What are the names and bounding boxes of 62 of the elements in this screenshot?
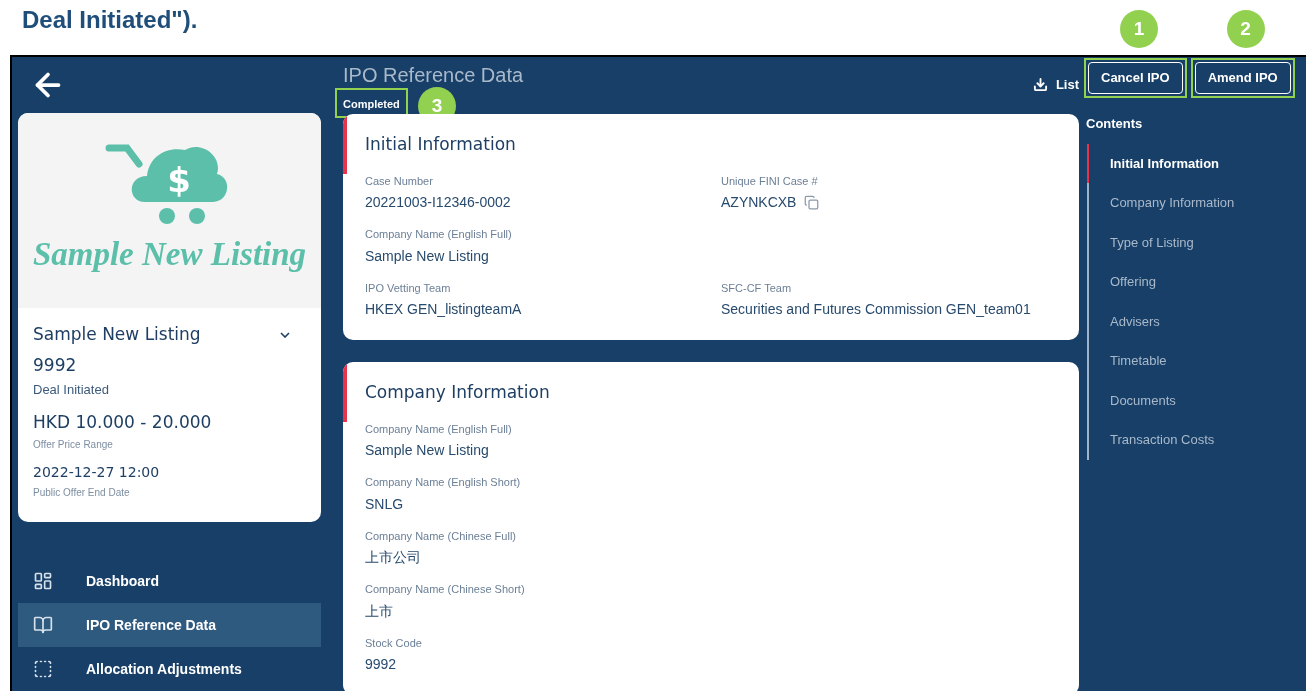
download-icon	[1032, 77, 1048, 93]
contents-item[interactable]: Type of Listing	[1087, 222, 1306, 262]
accent-bar	[343, 114, 347, 174]
price-range-label: Offer Price Range	[33, 438, 114, 452]
contents-item[interactable]: Initial Information	[1087, 143, 1306, 183]
page-title: IPO Reference Data	[343, 63, 524, 88]
contents-item[interactable]: Company Information	[1087, 183, 1306, 223]
status-text: Completed	[343, 98, 400, 110]
chevron-down-icon[interactable]	[280, 331, 290, 338]
field-label: Case Number	[365, 173, 434, 189]
field-value: Sample New Listing	[365, 441, 489, 460]
field-label: Stock Code	[365, 635, 423, 651]
deal-status: Deal Initiated	[33, 381, 110, 399]
callout-number: 2	[1226, 10, 1265, 48]
field-label: Company Name (Chinese Short)	[365, 582, 526, 597]
field-label: Company Name (English Short)	[365, 475, 522, 490]
nav-item[interactable]: Allocation Adjustments	[18, 647, 321, 691]
accent-bar	[343, 362, 347, 422]
price-range: HKD 10.000 - 20.000	[33, 410, 213, 434]
field-label: Company Name (Chinese Full)	[365, 528, 517, 544]
field-label: Company Name (English Full)	[365, 421, 513, 437]
field-value: SNLG	[365, 494, 404, 514]
contents-item[interactable]: Transaction Costs	[1087, 420, 1306, 460]
field-value: Securities and Futures Commission GEN_team01	[721, 300, 1031, 319]
callout-number: 1	[1120, 10, 1158, 48]
contents-item[interactable]: Timetable	[1087, 341, 1306, 381]
field-value: 上市	[365, 601, 393, 621]
list-link[interactable]: List	[1032, 75, 1079, 95]
nav-item[interactable]: IPO Reference Data	[18, 603, 321, 647]
contents-title: Contents	[1086, 115, 1144, 133]
field-value: AZYNKCXB	[721, 193, 797, 212]
nav-item[interactable]: Dashboard	[18, 559, 321, 603]
end-date: 2022-12-27 12:00	[33, 463, 161, 482]
field-value: 20221003-I12346-0002	[365, 193, 511, 212]
header-button[interactable]: Amend IPO	[1194, 62, 1291, 94]
nav-label: Allocation Adjustments	[86, 659, 242, 679]
copy-icon[interactable]	[804, 195, 820, 210]
nav-label: Dashboard	[86, 571, 160, 591]
contents-item[interactable]: Offering	[1087, 262, 1306, 302]
end-date-label: Public Offer End Date	[33, 486, 131, 500]
contents-item[interactable]: Documents	[1087, 380, 1306, 420]
logo-text: Sample New Listing	[32, 234, 307, 274]
contents-item[interactable]: Advisers	[1087, 301, 1306, 341]
field-label: IPO Vetting Team	[365, 280, 452, 296]
dashboard-icon	[33, 571, 53, 591]
dashed-square-icon	[33, 659, 53, 679]
field-label: Company Name (English Full)	[365, 227, 513, 242]
field-value: 上市公司	[365, 548, 421, 567]
field-label: Unique FINI Case #	[721, 173, 819, 189]
dollar-sign: $	[166, 159, 191, 200]
field-value: 9992	[365, 655, 397, 674]
nav-label: IPO Reference Data	[86, 615, 216, 635]
stock-code: 9992	[33, 353, 78, 377]
field-value: HKEX GEN_listingteamA	[365, 300, 522, 319]
section-title: Initial Information	[365, 133, 517, 156]
field-value: Sample New Listing	[365, 246, 489, 266]
listing-name: Sample New Listing	[33, 323, 201, 346]
header-button[interactable]: Cancel IPO	[1088, 62, 1183, 94]
field-label: SFC-CF Team	[721, 280, 793, 296]
open-book-icon	[33, 615, 53, 635]
document-heading: Deal Initiated").	[22, 6, 198, 33]
section-title: Company Information	[365, 381, 551, 404]
